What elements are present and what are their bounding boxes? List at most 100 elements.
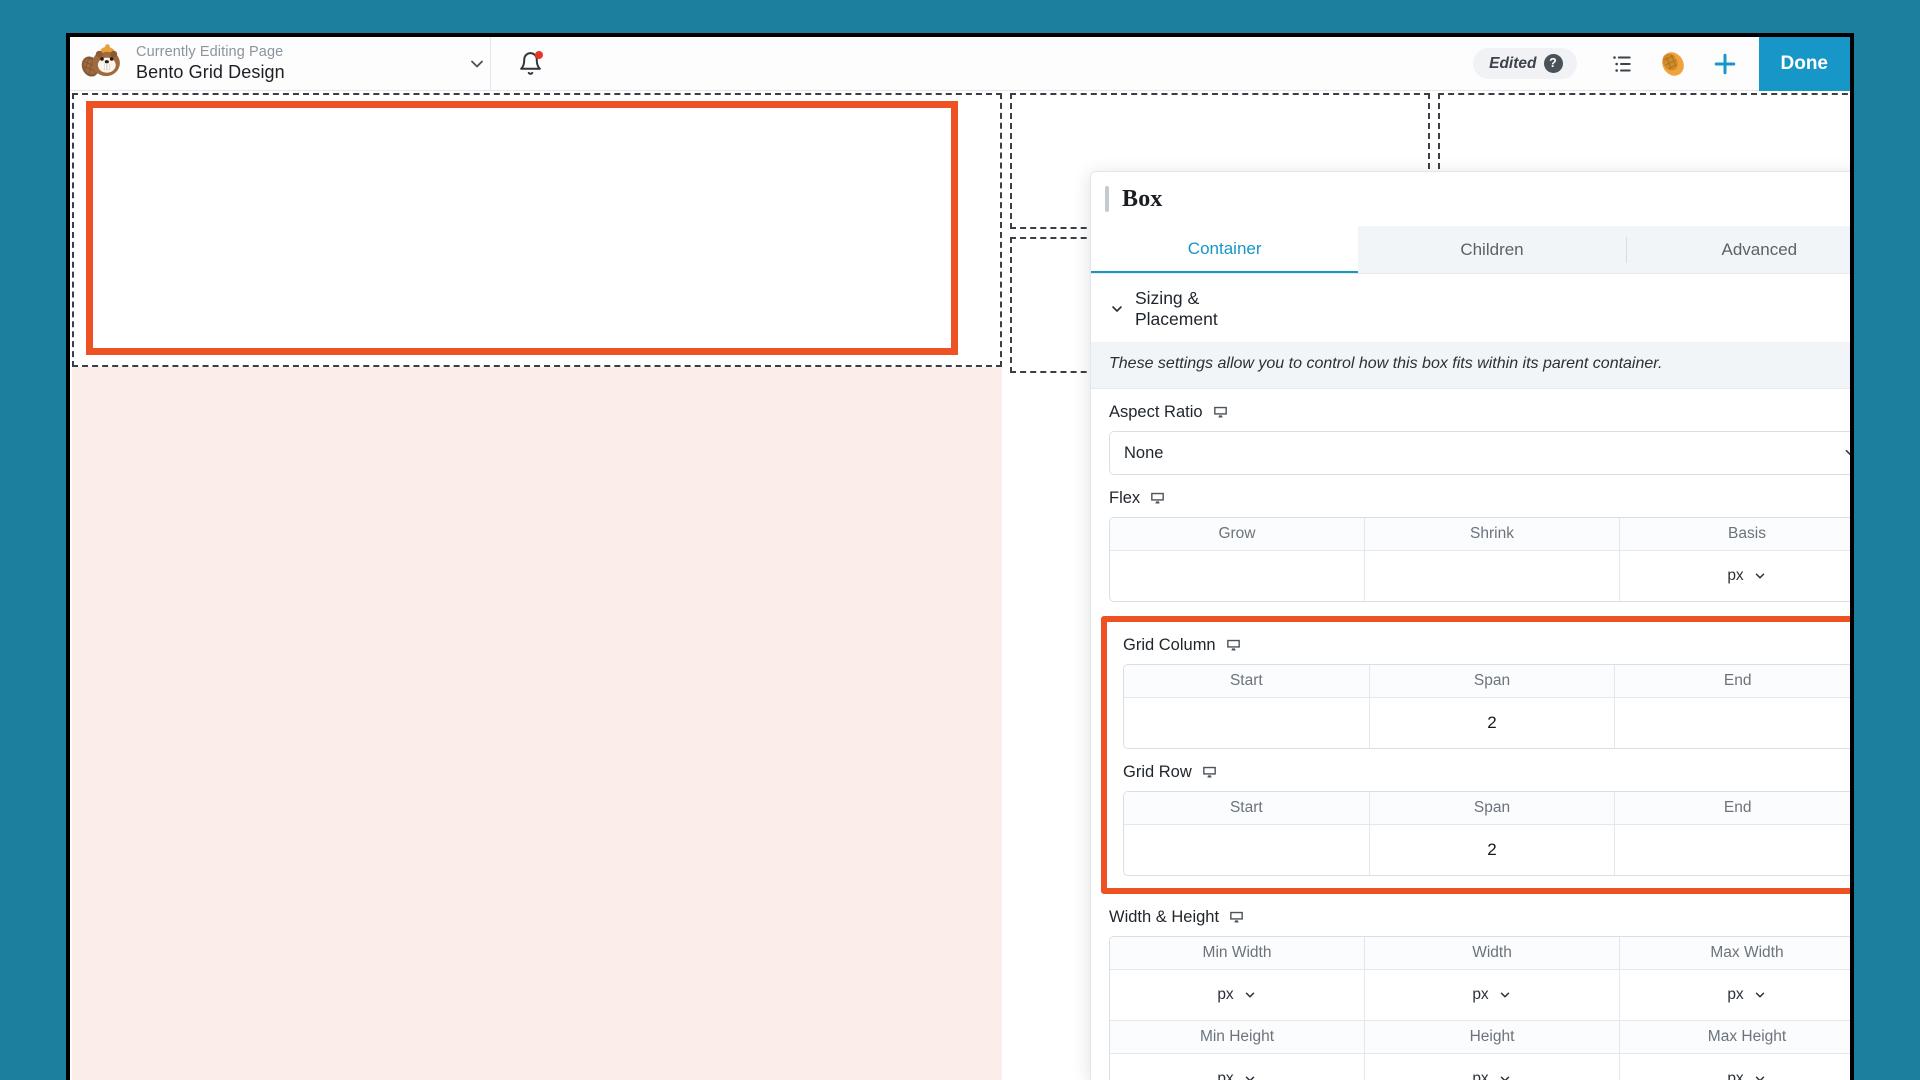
flex-grow-header: Grow — [1110, 518, 1364, 550]
outline-list-icon[interactable] — [1595, 37, 1647, 91]
min-height-header: Min Height — [1110, 1021, 1364, 1053]
page-brand-zone[interactable]: Currently Editing Page Bento Grid Design — [70, 37, 490, 91]
notification-dot — [535, 50, 543, 59]
page-title: Bento Grid Design — [136, 62, 285, 83]
grid-row-field: Grid Row Start Span End 2 — [1115, 749, 1850, 876]
grid-row-value-row: 2 — [1124, 824, 1850, 875]
width-unit-label: px — [1472, 986, 1489, 1003]
max-height-input[interactable]: px — [1619, 1054, 1850, 1080]
tab-container[interactable]: Container — [1091, 226, 1359, 273]
grid-column-header-row: Start Span End — [1124, 665, 1850, 697]
canvas-pink-region — [72, 367, 1002, 1080]
section-description: These settings allow you to control how … — [1091, 342, 1850, 389]
desktop-breakpoint-icon[interactable] — [1228, 909, 1245, 926]
desktop-breakpoint-icon[interactable] — [1212, 404, 1229, 421]
max-width-unit-label: px — [1727, 986, 1744, 1003]
desktop-breakpoint-icon[interactable] — [1149, 490, 1166, 507]
chevron-down-icon — [1109, 301, 1125, 317]
box-settings-panel: Box Container Children Advanced Sizing &… — [1090, 171, 1850, 1080]
aspect-ratio-label-row: Aspect Ratio — [1109, 403, 1850, 422]
desktop-breakpoint-icon[interactable] — [1225, 637, 1242, 654]
min-width-unit-select[interactable]: px — [1217, 986, 1256, 1004]
edited-status-badge[interactable]: Edited ? — [1473, 48, 1577, 79]
width-header-row: Min Width Width Max Width — [1110, 937, 1850, 969]
tab-advanced[interactable]: Advanced — [1625, 226, 1850, 273]
beaver-logo-icon — [80, 39, 124, 83]
flex-grow-input[interactable] — [1110, 551, 1364, 601]
min-width-unit-label: px — [1217, 986, 1234, 1003]
grid-column-start-input[interactable] — [1124, 698, 1369, 748]
width-value-row: px px px — [1110, 969, 1850, 1020]
grid-column-value-row: 2 — [1124, 697, 1850, 748]
width-height-field: Width & Height Min Width Width Max Width — [1091, 894, 1850, 1080]
flex-value-row: px — [1110, 550, 1850, 601]
editing-eyebrow: Currently Editing Page — [136, 43, 284, 60]
flex-shrink-input[interactable] — [1364, 551, 1619, 601]
flex-grid: Grow Shrink Basis px — [1109, 517, 1850, 602]
grid-row-label: Grid Row — [1123, 763, 1192, 781]
width-unit-select[interactable]: px — [1472, 986, 1511, 1004]
max-width-unit-select[interactable]: px — [1727, 986, 1766, 1004]
grid-row-start-input[interactable] — [1124, 825, 1369, 875]
chevron-down-icon — [1243, 1072, 1257, 1080]
flex-field: Flex Grow Shrink Basis px — [1091, 475, 1850, 602]
flex-shrink-header: Shrink — [1364, 518, 1619, 550]
plus-icon[interactable] — [1699, 37, 1751, 91]
edited-label: Edited — [1489, 54, 1537, 72]
beaver-tail-tools-icon[interactable] — [1647, 37, 1699, 91]
min-height-input[interactable]: px — [1110, 1054, 1364, 1080]
grid-row-span-header: Span — [1368, 792, 1615, 824]
grid-row-start-header: Start — [1124, 792, 1369, 824]
topbar-actions: Edited ? Done — [1473, 37, 1850, 91]
aspect-ratio-select[interactable]: None — [1109, 431, 1850, 475]
grid-column-span-header: Span — [1368, 665, 1615, 697]
max-width-input[interactable]: px — [1619, 970, 1850, 1020]
flex-label-row: Flex — [1109, 489, 1850, 508]
app-window: Currently Editing Page Bento Grid Design — [66, 33, 1854, 1080]
sizing-placement-section-toggle[interactable]: Sizing & Placement — [1091, 274, 1291, 342]
flex-basis-input[interactable]: px — [1619, 551, 1850, 601]
flex-basis-unit-select[interactable]: px — [1727, 567, 1766, 585]
flex-basis-header: Basis — [1619, 518, 1850, 550]
grid-row-end-header: End — [1614, 792, 1850, 824]
notifications-button[interactable] — [491, 37, 569, 91]
aspect-ratio-label: Aspect Ratio — [1109, 403, 1203, 421]
desktop-breakpoint-icon[interactable] — [1201, 764, 1218, 781]
max-width-header: Max Width — [1619, 937, 1850, 969]
desktop-background: Currently Editing Page Bento Grid Design — [0, 0, 1920, 1080]
min-width-input[interactable]: px — [1110, 970, 1364, 1020]
chevron-down-icon — [1498, 1072, 1512, 1080]
help-icon[interactable]: ? — [1543, 54, 1563, 73]
flex-label: Flex — [1109, 489, 1141, 507]
height-input[interactable]: px — [1364, 1054, 1619, 1080]
grid-column-end-input[interactable] — [1614, 698, 1850, 748]
grid-row-header-row: Start Span End — [1124, 792, 1850, 824]
height-unit-select[interactable]: px — [1472, 1070, 1511, 1080]
chevron-down-icon — [1498, 988, 1512, 1002]
grid-row-end-input[interactable] — [1614, 825, 1850, 875]
width-height-label: Width & Height — [1109, 908, 1220, 926]
grid-column-label-row: Grid Column — [1123, 636, 1850, 655]
grid-column-end-header: End — [1614, 665, 1850, 697]
section-title: Sizing & Placement — [1135, 288, 1218, 329]
panel-accent-bar — [1105, 186, 1109, 212]
grid-column-span-input[interactable]: 2 — [1368, 698, 1615, 748]
max-height-unit-select[interactable]: px — [1727, 1070, 1766, 1080]
chevron-down-icon — [1243, 988, 1257, 1002]
panel-tabs: Container Children Advanced — [1091, 226, 1850, 274]
done-button[interactable]: Done — [1758, 37, 1850, 91]
page-canvas[interactable]: Box Container Children Advanced Sizing &… — [70, 91, 1850, 1080]
grid-row-span-input[interactable]: 2 — [1368, 825, 1615, 875]
grid-placement-highlight: Grid Column Start Span End 2 Grid Row St… — [1101, 616, 1850, 894]
chevron-down-icon — [1753, 988, 1767, 1002]
chevron-down-icon[interactable] — [464, 51, 490, 77]
height-value-row: px px px — [1110, 1053, 1850, 1080]
panel-title: Box — [1122, 185, 1163, 212]
width-height-grid: Min Width Width Max Width px px px Min H… — [1109, 936, 1850, 1080]
selected-grid-box[interactable] — [86, 101, 958, 355]
tab-children[interactable]: Children — [1358, 226, 1625, 273]
width-input[interactable]: px — [1364, 970, 1619, 1020]
panel-header: Box — [1091, 172, 1850, 226]
min-height-unit-select[interactable]: px — [1217, 1070, 1256, 1080]
width-header: Width — [1364, 937, 1619, 969]
